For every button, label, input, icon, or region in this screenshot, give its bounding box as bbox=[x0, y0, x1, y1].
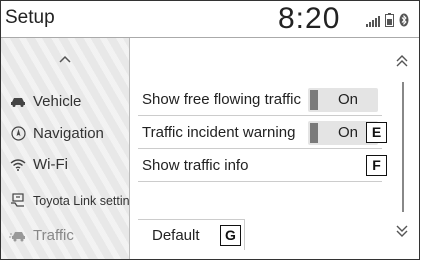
car-icon bbox=[9, 97, 27, 107]
callout-label-f: F bbox=[366, 155, 387, 176]
callout-label-g: G bbox=[220, 225, 241, 246]
page-title: Setup bbox=[5, 7, 55, 28]
default-button-label: Default bbox=[152, 227, 200, 244]
traffic-car-icon bbox=[9, 230, 27, 242]
toyota-link-icon bbox=[9, 193, 27, 208]
signal-bars-icon bbox=[366, 16, 380, 27]
toggle-indicator bbox=[310, 123, 318, 143]
default-button[interactable]: Default G bbox=[138, 219, 245, 250]
sidebar: Vehicle Navigation Wi-Fi Toyota Link set… bbox=[1, 38, 130, 259]
toggle-state: On bbox=[338, 124, 359, 141]
sidebar-item-traffic[interactable]: Traffic bbox=[9, 227, 74, 244]
sidebar-item-wifi[interactable]: Wi-Fi bbox=[9, 156, 68, 173]
settings-panel: Show free flowing traffic On Traffic inc… bbox=[130, 38, 388, 259]
wifi-icon bbox=[9, 158, 27, 171]
sidebar-item-label: Vehicle bbox=[33, 93, 82, 110]
setting-label: Show free flowing traffic bbox=[142, 91, 301, 108]
toggle-indicator bbox=[310, 90, 318, 110]
free-flowing-traffic-toggle[interactable]: On bbox=[308, 88, 378, 112]
bluetooth-icon bbox=[399, 13, 409, 27]
double-chevron-down-icon[interactable] bbox=[395, 224, 409, 238]
toggle-state: On bbox=[338, 91, 359, 108]
chevron-up-icon[interactable] bbox=[59, 55, 71, 63]
battery-icon bbox=[385, 13, 394, 27]
compass-icon bbox=[9, 126, 27, 141]
callout-label-e: E bbox=[366, 122, 387, 143]
sidebar-item-label: Toyota Link settings bbox=[33, 193, 130, 208]
scrollbar[interactable] bbox=[389, 38, 419, 259]
double-chevron-up-icon[interactable] bbox=[395, 54, 409, 68]
clock: 8:20 bbox=[278, 2, 341, 35]
status-icons bbox=[366, 13, 409, 27]
setup-screen: Setup 8:20 Vehicle Navigation Wi-Fi Toyo… bbox=[0, 0, 420, 260]
sidebar-item-toyota-link[interactable]: Toyota Link settings bbox=[9, 193, 130, 208]
setting-label: Traffic incident warning bbox=[142, 124, 296, 141]
sidebar-item-label: Navigation bbox=[33, 125, 104, 142]
setting-row-traffic-incident-warning[interactable]: Traffic incident warning On E bbox=[138, 118, 387, 149]
scroll-track[interactable] bbox=[402, 82, 404, 212]
setting-label: Show traffic info bbox=[142, 157, 249, 174]
sidebar-item-vehicle[interactable]: Vehicle bbox=[9, 93, 81, 110]
sidebar-item-navigation[interactable]: Navigation bbox=[9, 125, 104, 142]
setting-row-show-traffic-info[interactable]: Show traffic info F bbox=[138, 151, 387, 182]
sidebar-item-label: Traffic bbox=[33, 227, 74, 244]
setting-row-free-flowing-traffic[interactable]: Show free flowing traffic On bbox=[138, 85, 382, 116]
header-bar: Setup 8:20 bbox=[1, 1, 419, 38]
sidebar-item-label: Wi-Fi bbox=[33, 156, 68, 173]
